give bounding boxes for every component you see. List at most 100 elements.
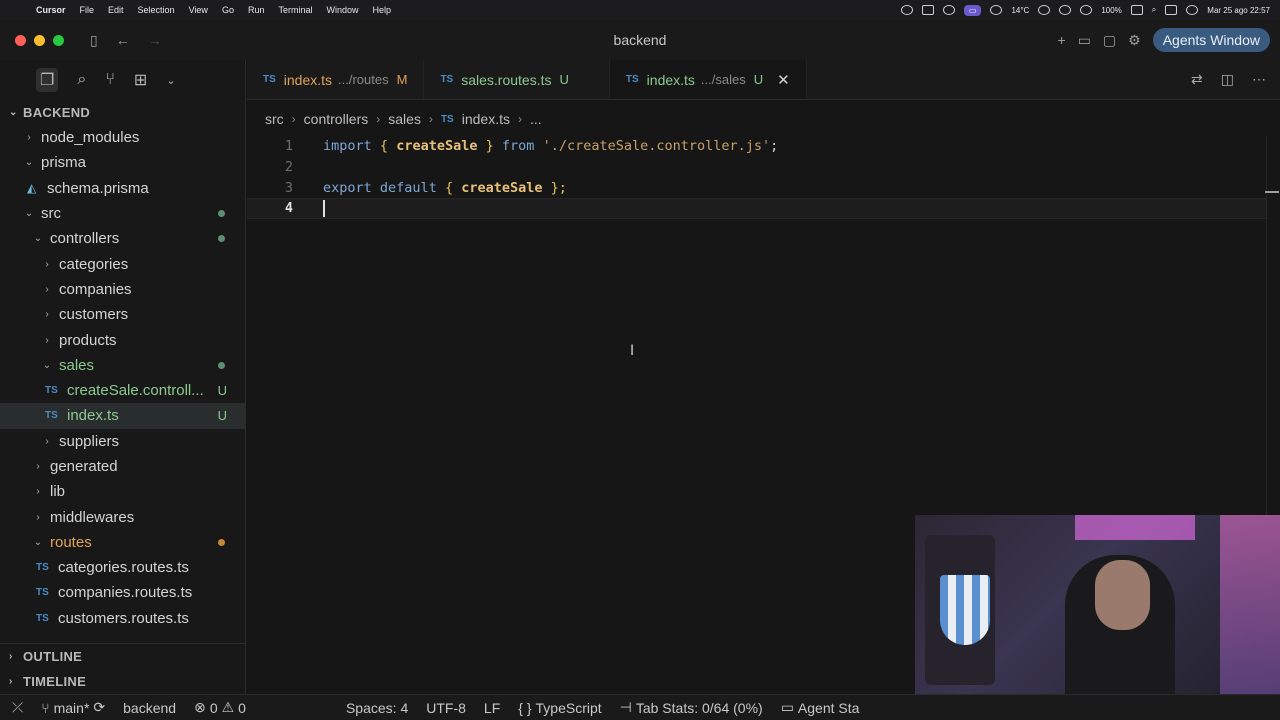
- menu-edit[interactable]: Edit: [108, 5, 124, 15]
- tab-sales-routes[interactable]: TS sales.routes.ts U: [424, 60, 610, 99]
- clock[interactable]: Mar 25 ago 22:57: [1207, 6, 1270, 15]
- typescript-icon: TS: [36, 587, 49, 599]
- more-actions-icon[interactable]: ⋯: [1252, 71, 1266, 88]
- menu-selection[interactable]: Selection: [138, 5, 175, 15]
- line-number: 2: [284, 159, 293, 176]
- close-icon[interactable]: ✕: [777, 71, 790, 89]
- battery-icon[interactable]: [1130, 5, 1143, 15]
- scrollbar-position-marker: [1265, 191, 1279, 193]
- explorer-section-header[interactable]: ⌄ BACKEND: [0, 100, 245, 125]
- menu-run[interactable]: Run: [248, 5, 265, 15]
- status-project[interactable]: backend: [123, 700, 176, 716]
- language-mode[interactable]: { } TypeScript: [518, 700, 601, 716]
- back-arrow-icon[interactable]: ←: [116, 32, 130, 48]
- tree-item-generated[interactable]: › generated: [0, 454, 245, 479]
- tree-item-node-modules[interactable]: › node_modules: [0, 125, 245, 150]
- tree-item-prisma[interactable]: ⌄ prisma: [0, 150, 245, 175]
- eol-indicator[interactable]: LF: [484, 700, 500, 716]
- chat-icon[interactable]: ▢: [1103, 32, 1116, 49]
- outline-section-header[interactable]: › OUTLINE: [0, 644, 245, 669]
- menu-help[interactable]: Help: [373, 5, 392, 15]
- breadcrumb-item-src[interactable]: src: [265, 111, 284, 127]
- toggle-sidebar-icon[interactable]: ▯: [90, 32, 98, 49]
- screen-record-icon[interactable]: [921, 5, 934, 15]
- tab-index-sales[interactable]: TS index.ts .../sales U ✕: [609, 60, 807, 99]
- timeline-section-header[interactable]: › TIMELINE: [0, 669, 245, 694]
- tree-item-categories[interactable]: › categories: [0, 251, 245, 276]
- split-editor-icon[interactable]: ◫: [1221, 71, 1234, 88]
- tree-item-label: suppliers: [59, 432, 120, 450]
- weather-temp[interactable]: 14°C: [1011, 6, 1029, 15]
- control-center-icon[interactable]: [1165, 5, 1178, 15]
- compare-changes-icon[interactable]: ⇄: [1191, 71, 1203, 88]
- menu-view[interactable]: View: [189, 5, 208, 15]
- tree-item-schema-prisma[interactable]: ◭ schema.prisma: [0, 176, 245, 201]
- wifi-extender-icon[interactable]: [990, 5, 1003, 15]
- tree-item-sales[interactable]: ⌄ sales: [0, 353, 245, 378]
- macos-menubar: Cursor File Edit Selection View Go Run T…: [0, 0, 1280, 20]
- spotlight-icon[interactable]: ⌕: [1152, 5, 1156, 15]
- tree-item-categories-routes-ts[interactable]: TS categories.routes.ts: [0, 555, 245, 580]
- screen-share-pill[interactable]: ▭: [963, 4, 982, 16]
- agent-status[interactable]: ▭ Agent Sta: [781, 699, 860, 716]
- zoom-window-button[interactable]: [53, 34, 64, 46]
- tree-item-controllers[interactable]: ⌄ controllers: [0, 226, 245, 251]
- minimize-window-button[interactable]: [34, 34, 45, 46]
- code-editor[interactable]: 1 import { createSale } from './createSa…: [247, 136, 1267, 219]
- tab-stats[interactable]: ⊣ Tab Stats: 0/64 (0%): [620, 699, 763, 716]
- breadcrumb-item-sales[interactable]: sales: [388, 111, 421, 127]
- tree-item-src[interactable]: ⌄ src: [0, 201, 245, 226]
- menu-window[interactable]: Window: [326, 5, 358, 15]
- agents-window-button[interactable]: Agents Window: [1152, 28, 1270, 52]
- remote-icon[interactable]: ⤫: [12, 699, 23, 716]
- encoding-indicator[interactable]: UTF-8: [426, 700, 466, 716]
- forward-arrow-icon[interactable]: →: [148, 32, 162, 48]
- tree-item-customers[interactable]: › customers: [0, 302, 245, 327]
- tree-item-label: index.ts: [67, 407, 119, 425]
- tree-item-suppliers[interactable]: › suppliers: [0, 429, 245, 454]
- problems-indicator[interactable]: ⊗ 0 ⚠ 0: [194, 699, 246, 716]
- menu-app-name[interactable]: Cursor: [36, 5, 66, 15]
- breadcrumb-item-file[interactable]: index.ts: [462, 111, 510, 127]
- menu-terminal[interactable]: Terminal: [278, 5, 312, 15]
- breadcrumb-item-symbols[interactable]: ...: [530, 111, 542, 127]
- branch-icon: ⑂: [41, 699, 50, 716]
- shield-icon[interactable]: [900, 5, 913, 15]
- tree-item-lib[interactable]: › lib: [0, 479, 245, 504]
- indentation-indicator[interactable]: Spaces: 4: [346, 700, 408, 716]
- source-control-icon[interactable]: ⑂: [105, 71, 115, 89]
- extensions-icon[interactable]: ⊞: [134, 70, 147, 90]
- toggle-panel-icon[interactable]: ▭: [1078, 32, 1091, 49]
- tree-item-index-ts[interactable]: TS index.ts U: [0, 403, 245, 429]
- tree-item-companies-routes-ts[interactable]: TS companies.routes.ts: [0, 580, 245, 605]
- tree-item-customers-routes-ts[interactable]: TS customers.routes.ts: [0, 606, 245, 631]
- chevron-down-icon[interactable]: ⌄: [166, 74, 175, 87]
- settings-gear-icon[interactable]: ⚙: [1128, 32, 1141, 49]
- menu-go[interactable]: Go: [222, 5, 234, 15]
- explorer-files-icon[interactable]: ❐: [36, 68, 59, 92]
- tree-item-label: createSale.controll...: [67, 382, 204, 400]
- record-icon[interactable]: [1038, 5, 1051, 15]
- new-chat-icon[interactable]: +: [1058, 32, 1066, 48]
- wifi-icon[interactable]: [1080, 5, 1093, 15]
- close-window-button[interactable]: [15, 34, 26, 46]
- menu-file[interactable]: File: [80, 5, 95, 15]
- typescript-icon: TS: [45, 385, 58, 397]
- tree-item-routes[interactable]: ⌄ routes: [0, 530, 245, 555]
- tree-item-middlewares[interactable]: › middlewares: [0, 504, 245, 529]
- search-icon[interactable]: ⌕: [77, 71, 86, 89]
- breadcrumb-item-controllers[interactable]: controllers: [304, 111, 369, 127]
- tree-item-companies[interactable]: › companies: [0, 277, 245, 302]
- tree-item-label: companies.routes.ts: [58, 584, 193, 602]
- git-branch[interactable]: ⑂ main* ⟳: [41, 699, 105, 716]
- battery-percent[interactable]: 100%: [1101, 6, 1121, 15]
- chevron-right-icon: ›: [428, 112, 433, 126]
- siri-icon[interactable]: [1186, 5, 1199, 15]
- tab-index-routes[interactable]: TS index.ts .../routes M: [247, 60, 425, 99]
- sync-icon: ⟳: [93, 699, 106, 715]
- camera-icon[interactable]: [942, 5, 955, 15]
- code-text: import { createSale } from './createSale…: [323, 138, 778, 154]
- tree-item-products[interactable]: › products: [0, 327, 245, 352]
- tree-item-createsale-controll[interactable]: TS createSale.controll... U: [0, 378, 245, 403]
- play-icon[interactable]: [1059, 5, 1072, 15]
